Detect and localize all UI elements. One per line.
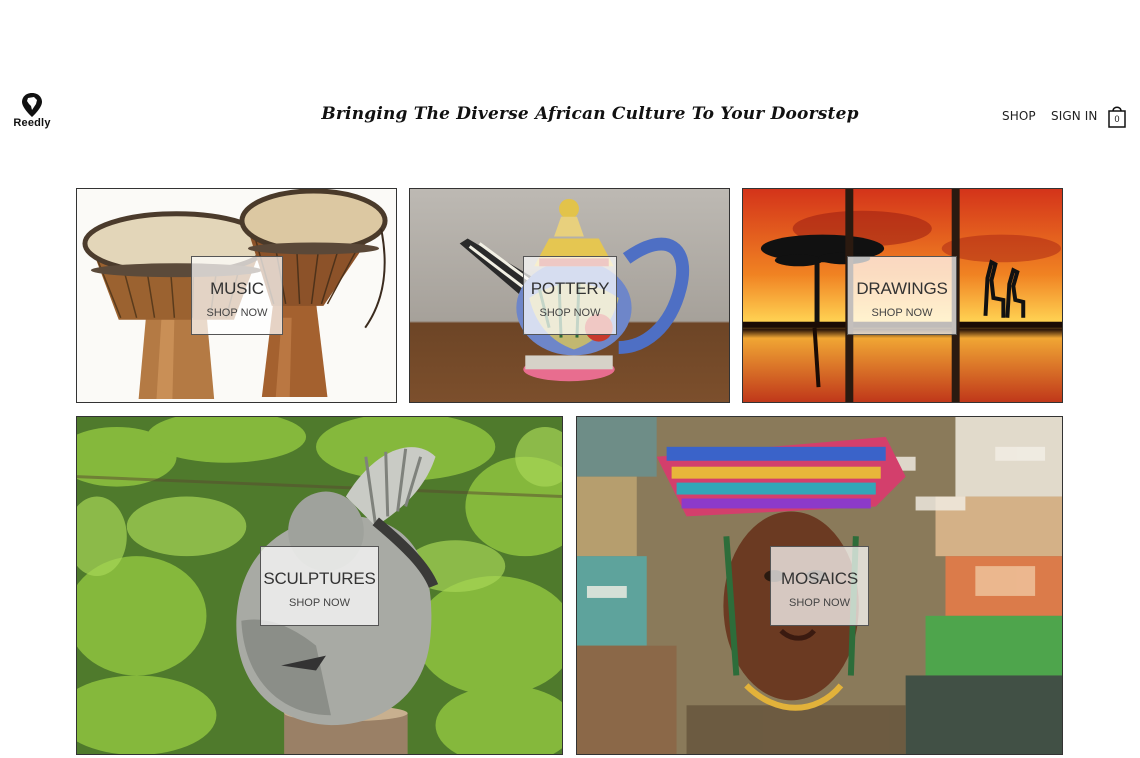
category-card-music[interactable]: MUSIC SHOP NOW <box>191 256 283 335</box>
site-logo[interactable]: Reedly <box>10 92 54 134</box>
site-tagline: Bringing The Diverse African Culture To … <box>321 104 859 124</box>
category-tile-pottery[interactable]: POTTERY SHOP NOW <box>409 188 730 403</box>
shop-now-link[interactable]: SHOP NOW <box>192 307 282 319</box>
category-title: MOSAICS <box>780 569 858 588</box>
cart-button[interactable]: 0 <box>1107 104 1127 128</box>
category-tile-mosaics[interactable]: MOSAICS SHOP NOW <box>576 416 1063 755</box>
shop-now-link[interactable]: SHOP NOW <box>771 597 868 609</box>
nav-shop-link[interactable]: SHOP <box>1002 109 1036 123</box>
category-card-mosaics[interactable]: MOSAICS SHOP NOW <box>770 546 869 626</box>
shop-now-link[interactable]: SHOP NOW <box>261 597 378 609</box>
category-card-pottery[interactable]: POTTERY SHOP NOW <box>523 256 617 335</box>
shop-now-link[interactable]: SHOP NOW <box>848 307 956 319</box>
category-card-drawings[interactable]: DRAWINGS SHOP NOW <box>847 256 957 335</box>
nav-sign-in-link[interactable]: SIGN IN <box>1051 109 1097 123</box>
logo-text: Reedly <box>13 117 51 129</box>
category-title: POTTERY <box>530 279 610 298</box>
cart-count: 0 <box>1114 114 1120 124</box>
category-tile-sculptures[interactable]: SCULPTURES SHOP NOW <box>76 416 563 755</box>
category-title: SCULPTURES <box>263 569 376 588</box>
africa-pin-icon <box>22 93 42 117</box>
category-title: MUSIC <box>210 279 264 298</box>
category-title: DRAWINGS <box>856 279 948 298</box>
category-tile-music[interactable]: MUSIC SHOP NOW <box>76 188 397 403</box>
shop-now-link[interactable]: SHOP NOW <box>524 307 616 319</box>
category-tile-drawings[interactable]: DRAWINGS SHOP NOW <box>742 188 1063 403</box>
category-card-sculptures[interactable]: SCULPTURES SHOP NOW <box>260 546 379 626</box>
